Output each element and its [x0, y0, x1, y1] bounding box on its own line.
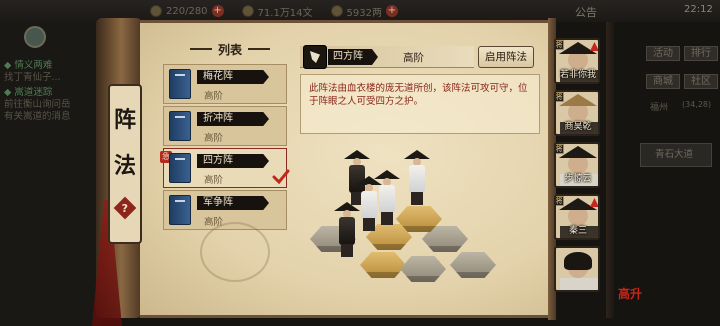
- resource-silver: 5932两 +: [330, 4, 398, 19]
- community-button[interactable]: 社区: [684, 74, 718, 89]
- hero-tag: 将: [555, 40, 564, 50]
- notice-button[interactable]: 公告: [575, 4, 597, 20]
- warning-icon: [590, 198, 598, 207]
- enable-formation-button[interactable]: 启用阵法: [478, 46, 534, 68]
- add-stamina-button[interactable]: +: [211, 5, 224, 17]
- hero-name: 若非你我: [559, 70, 596, 80]
- formation-grade: 高阶: [204, 133, 224, 144]
- game-logo-seal: 高升: [618, 287, 643, 301]
- hero-card[interactable]: 将 商昊乾: [554, 90, 600, 136]
- stamina-icon: [150, 5, 162, 17]
- formation-slot[interactable]: [400, 256, 446, 282]
- formation-board: [300, 140, 540, 290]
- formation-description: 此阵法由血衣楼的庞无道所创，该阵法可攻可守，位于阵眼之人可受四方之护。: [300, 74, 540, 134]
- location-name: 福州: [650, 103, 669, 113]
- formation-flag-icon: [303, 45, 327, 69]
- book-icon: [169, 153, 191, 183]
- silver-icon: [330, 5, 343, 17]
- quest-tracker: ◆ 情义两难 找丁青仙子... ◆ 嵩道迷踪 前往衡山询问岳 有关嵩道的消息: [0, 22, 100, 326]
- location-coords: (34,28): [682, 100, 712, 109]
- ranking-button[interactable]: 排行: [684, 46, 718, 61]
- activity-button[interactable]: 活动: [646, 46, 680, 61]
- formation-list-item[interactable]: 梅花阵 高阶: [163, 64, 287, 104]
- tab-glyph: 法: [113, 153, 136, 179]
- hero-tag: 将: [555, 144, 564, 154]
- checkmark-icon: [272, 169, 290, 185]
- hero-card[interactable]: [554, 246, 600, 292]
- hero-name: 秦三: [568, 226, 587, 236]
- resource-money: 71.1万14文: [241, 4, 313, 19]
- formation-list-item[interactable]: 折冲阵 高阶: [163, 106, 287, 146]
- divider: [189, 48, 212, 50]
- book-icon: [169, 195, 191, 225]
- divider: [248, 48, 270, 50]
- resource-stamina: 220/280 +: [150, 5, 224, 17]
- hero-name: 商昊乾: [564, 122, 592, 132]
- detail-formation-grade: 高阶: [403, 52, 424, 64]
- formation-unit: [404, 150, 430, 206]
- quest-desc: 前往衡山询问岳: [4, 99, 71, 110]
- formation-tab[interactable]: 阵 法 ?: [108, 84, 142, 244]
- add-silver-button[interactable]: +: [386, 5, 398, 17]
- road-label[interactable]: 青石大道: [640, 143, 712, 167]
- formation-name: 折冲阵: [197, 112, 269, 126]
- player-avatar[interactable]: [24, 26, 46, 48]
- formation-unit: [334, 202, 360, 258]
- formation-list-item-selected[interactable]: 急 四方阵 高阶: [160, 148, 287, 188]
- clock: 22:12: [684, 4, 713, 15]
- quest-desc: 有关嵩道的消息: [4, 111, 71, 122]
- list-header: 列表: [170, 40, 290, 58]
- shop-button[interactable]: 商城: [646, 74, 680, 89]
- formation-name: 梅花阵: [197, 70, 269, 84]
- formation-slot[interactable]: [450, 252, 496, 278]
- hero-tag: 将: [555, 196, 564, 206]
- money-icon: [241, 5, 254, 17]
- help-icon[interactable]: ?: [113, 196, 137, 220]
- hero-card[interactable]: 将 步惊云: [554, 142, 600, 188]
- hero-tag: 将: [555, 92, 564, 102]
- roster-frame: [606, 22, 614, 318]
- quest-title[interactable]: ◆ 情义两难: [4, 60, 52, 71]
- list-title: 列表: [217, 42, 242, 57]
- tab-glyph: 阵: [113, 107, 136, 133]
- compass-watermark: [200, 222, 270, 282]
- detail-formation-name: 四方阵: [328, 49, 378, 65]
- hero-card[interactable]: 将 秦三: [554, 194, 600, 240]
- hero-card[interactable]: 将 若非你我: [554, 38, 600, 84]
- quest-title[interactable]: ◆ 嵩道迷踪: [4, 87, 52, 98]
- hero-roster: 将 若非你我 将 商昊乾 将 步惊云 将 秦三: [554, 34, 600, 292]
- warning-icon: [590, 42, 598, 51]
- formation-name: 军争阵: [197, 196, 269, 210]
- hero-name: 步惊云: [564, 174, 592, 184]
- book-icon: [169, 111, 191, 141]
- book-icon: [169, 69, 191, 99]
- formation-grade: 高阶: [204, 91, 224, 102]
- formation-grade: 高阶: [204, 175, 224, 186]
- formation-slot[interactable]: [360, 252, 406, 278]
- formation-name: 四方阵: [197, 154, 269, 168]
- quest-desc: 找丁青仙子...: [4, 72, 61, 83]
